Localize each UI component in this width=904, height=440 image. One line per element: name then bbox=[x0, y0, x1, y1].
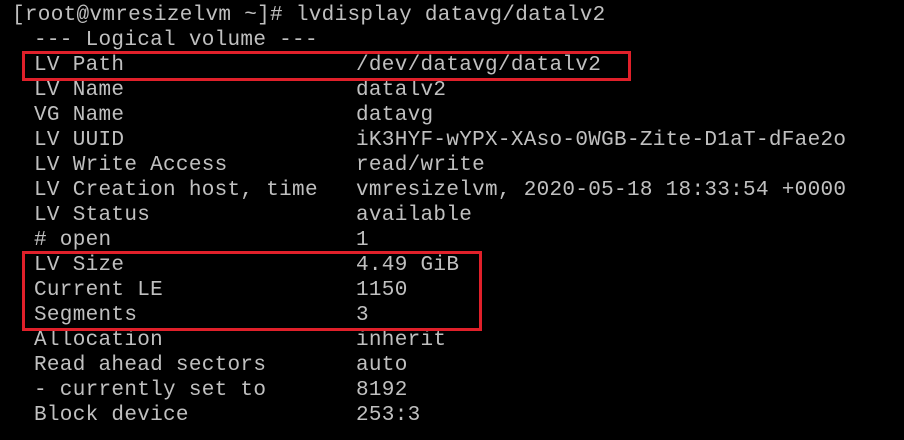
shell-prompt: [root@vmresizelvm ~]# bbox=[12, 4, 296, 27]
property-label: LV Name bbox=[34, 79, 125, 102]
command-text: lvdisplay datavg/datalv2 bbox=[295, 4, 606, 27]
property-label: LV Write Access bbox=[34, 154, 228, 177]
property-value: read/write bbox=[356, 154, 486, 177]
property-value: iK3HYF-wYPX-XAso-0WGB-Zite-D1aT-dFae2o bbox=[356, 129, 847, 152]
lv-path-highlight-box bbox=[22, 51, 631, 81]
property-value: datalv2 bbox=[356, 79, 447, 102]
property-label: # open bbox=[34, 229, 112, 252]
section-header: --- Logical volume --- bbox=[34, 29, 318, 52]
lv-size-highlight-box bbox=[22, 251, 482, 331]
property-label: Allocation bbox=[34, 329, 164, 352]
property-label: LV UUID bbox=[34, 129, 125, 152]
property-label: Read ahead sectors bbox=[34, 354, 267, 377]
property-value: 1 bbox=[356, 229, 369, 252]
property-label: Block device bbox=[34, 404, 189, 427]
terminal-window[interactable]: [root@vmresizelvm ~]# lvdisplay datavg/d… bbox=[0, 0, 904, 440]
property-value: auto bbox=[356, 354, 408, 377]
command-line: [root@vmresizelvm ~]# lvdisplay datavg/d… bbox=[12, 3, 606, 28]
property-value: 8192 bbox=[356, 379, 408, 402]
property-label: VG Name bbox=[34, 104, 125, 127]
property-value: inherit bbox=[356, 329, 447, 352]
property-value: datavg bbox=[356, 104, 434, 127]
property-label: LV Status bbox=[34, 204, 151, 227]
property-value: available bbox=[356, 204, 473, 227]
property-label: - currently set to bbox=[34, 379, 267, 402]
property-value: vmresizelvm, 2020-05-18 18:33:54 +0000 bbox=[356, 179, 847, 202]
property-value: 253:3 bbox=[356, 404, 421, 427]
property-label: LV Creation host, time bbox=[34, 179, 318, 202]
